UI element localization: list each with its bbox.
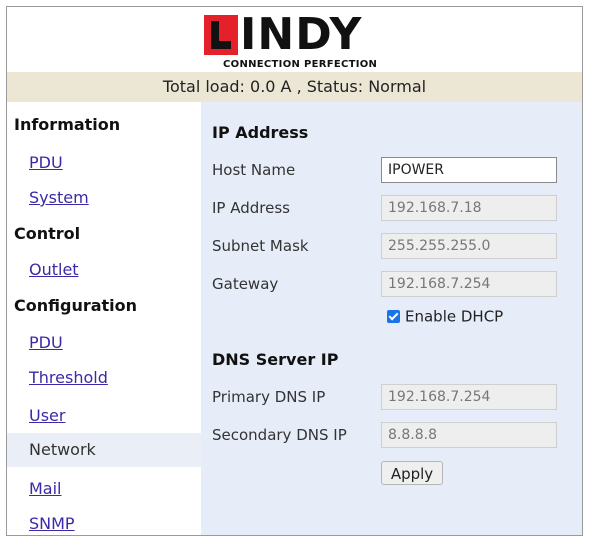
ip-address-input[interactable] bbox=[381, 195, 557, 221]
enable-dhcp-row[interactable]: Enable DHCP bbox=[387, 306, 503, 328]
header: INDY CONNECTION PERFECTION bbox=[7, 7, 582, 72]
apply-button[interactable]: Apply bbox=[381, 461, 443, 485]
sidebar: Information PDU System Control Outlet Co… bbox=[7, 102, 201, 535]
status-bar: Total load: 0.0 A , Status: Normal bbox=[7, 72, 582, 102]
sidebar-heading-configuration: Configuration bbox=[14, 296, 138, 315]
enable-dhcp-label: Enable DHCP bbox=[405, 307, 504, 326]
sidebar-heading-control: Control bbox=[14, 224, 81, 243]
lindy-logo: INDY CONNECTION PERFECTION bbox=[204, 11, 394, 70]
sidebar-item-outlet[interactable]: Outlet bbox=[29, 260, 79, 279]
sidebar-item-network-label: Network bbox=[29, 440, 96, 459]
logo-l-mark bbox=[204, 15, 238, 55]
primary-dns-label: Primary DNS IP bbox=[212, 388, 326, 406]
subnet-mask-label: Subnet Mask bbox=[212, 237, 309, 255]
host-name-input[interactable] bbox=[381, 157, 557, 183]
logo-tagline: CONNECTION PERFECTION bbox=[223, 59, 378, 70]
network-settings-panel: IP Address Host Name IP Address Subnet M… bbox=[201, 102, 582, 535]
sidebar-item-info-pdu[interactable]: PDU bbox=[29, 153, 63, 172]
secondary-dns-label: Secondary DNS IP bbox=[212, 426, 347, 444]
sidebar-item-mail[interactable]: Mail bbox=[29, 479, 62, 498]
subnet-mask-input[interactable] bbox=[381, 233, 557, 259]
sidebar-item-threshold[interactable]: Threshold bbox=[29, 368, 108, 387]
sidebar-item-user[interactable]: User bbox=[29, 406, 65, 425]
pdu-web-window: INDY CONNECTION PERFECTION Total load: 0… bbox=[6, 6, 583, 536]
logo-wordmark: INDY bbox=[204, 11, 362, 59]
dns-section-title: DNS Server IP bbox=[212, 350, 339, 369]
sidebar-item-snmp[interactable]: SNMP bbox=[29, 514, 75, 533]
logo-wordmark-text: INDY bbox=[240, 9, 363, 60]
sidebar-item-network[interactable]: Network bbox=[7, 433, 201, 467]
ip-address-label: IP Address bbox=[212, 199, 290, 217]
sidebar-item-config-pdu[interactable]: PDU bbox=[29, 333, 63, 352]
enable-dhcp-checkbox[interactable] bbox=[387, 310, 400, 323]
secondary-dns-input[interactable] bbox=[381, 422, 557, 448]
host-name-label: Host Name bbox=[212, 161, 296, 179]
primary-dns-input[interactable] bbox=[381, 384, 557, 410]
gateway-input[interactable] bbox=[381, 271, 557, 297]
sidebar-heading-information: Information bbox=[14, 115, 121, 134]
gateway-label: Gateway bbox=[212, 275, 279, 293]
sidebar-item-system[interactable]: System bbox=[29, 188, 89, 207]
ip-address-section-title: IP Address bbox=[212, 123, 309, 142]
